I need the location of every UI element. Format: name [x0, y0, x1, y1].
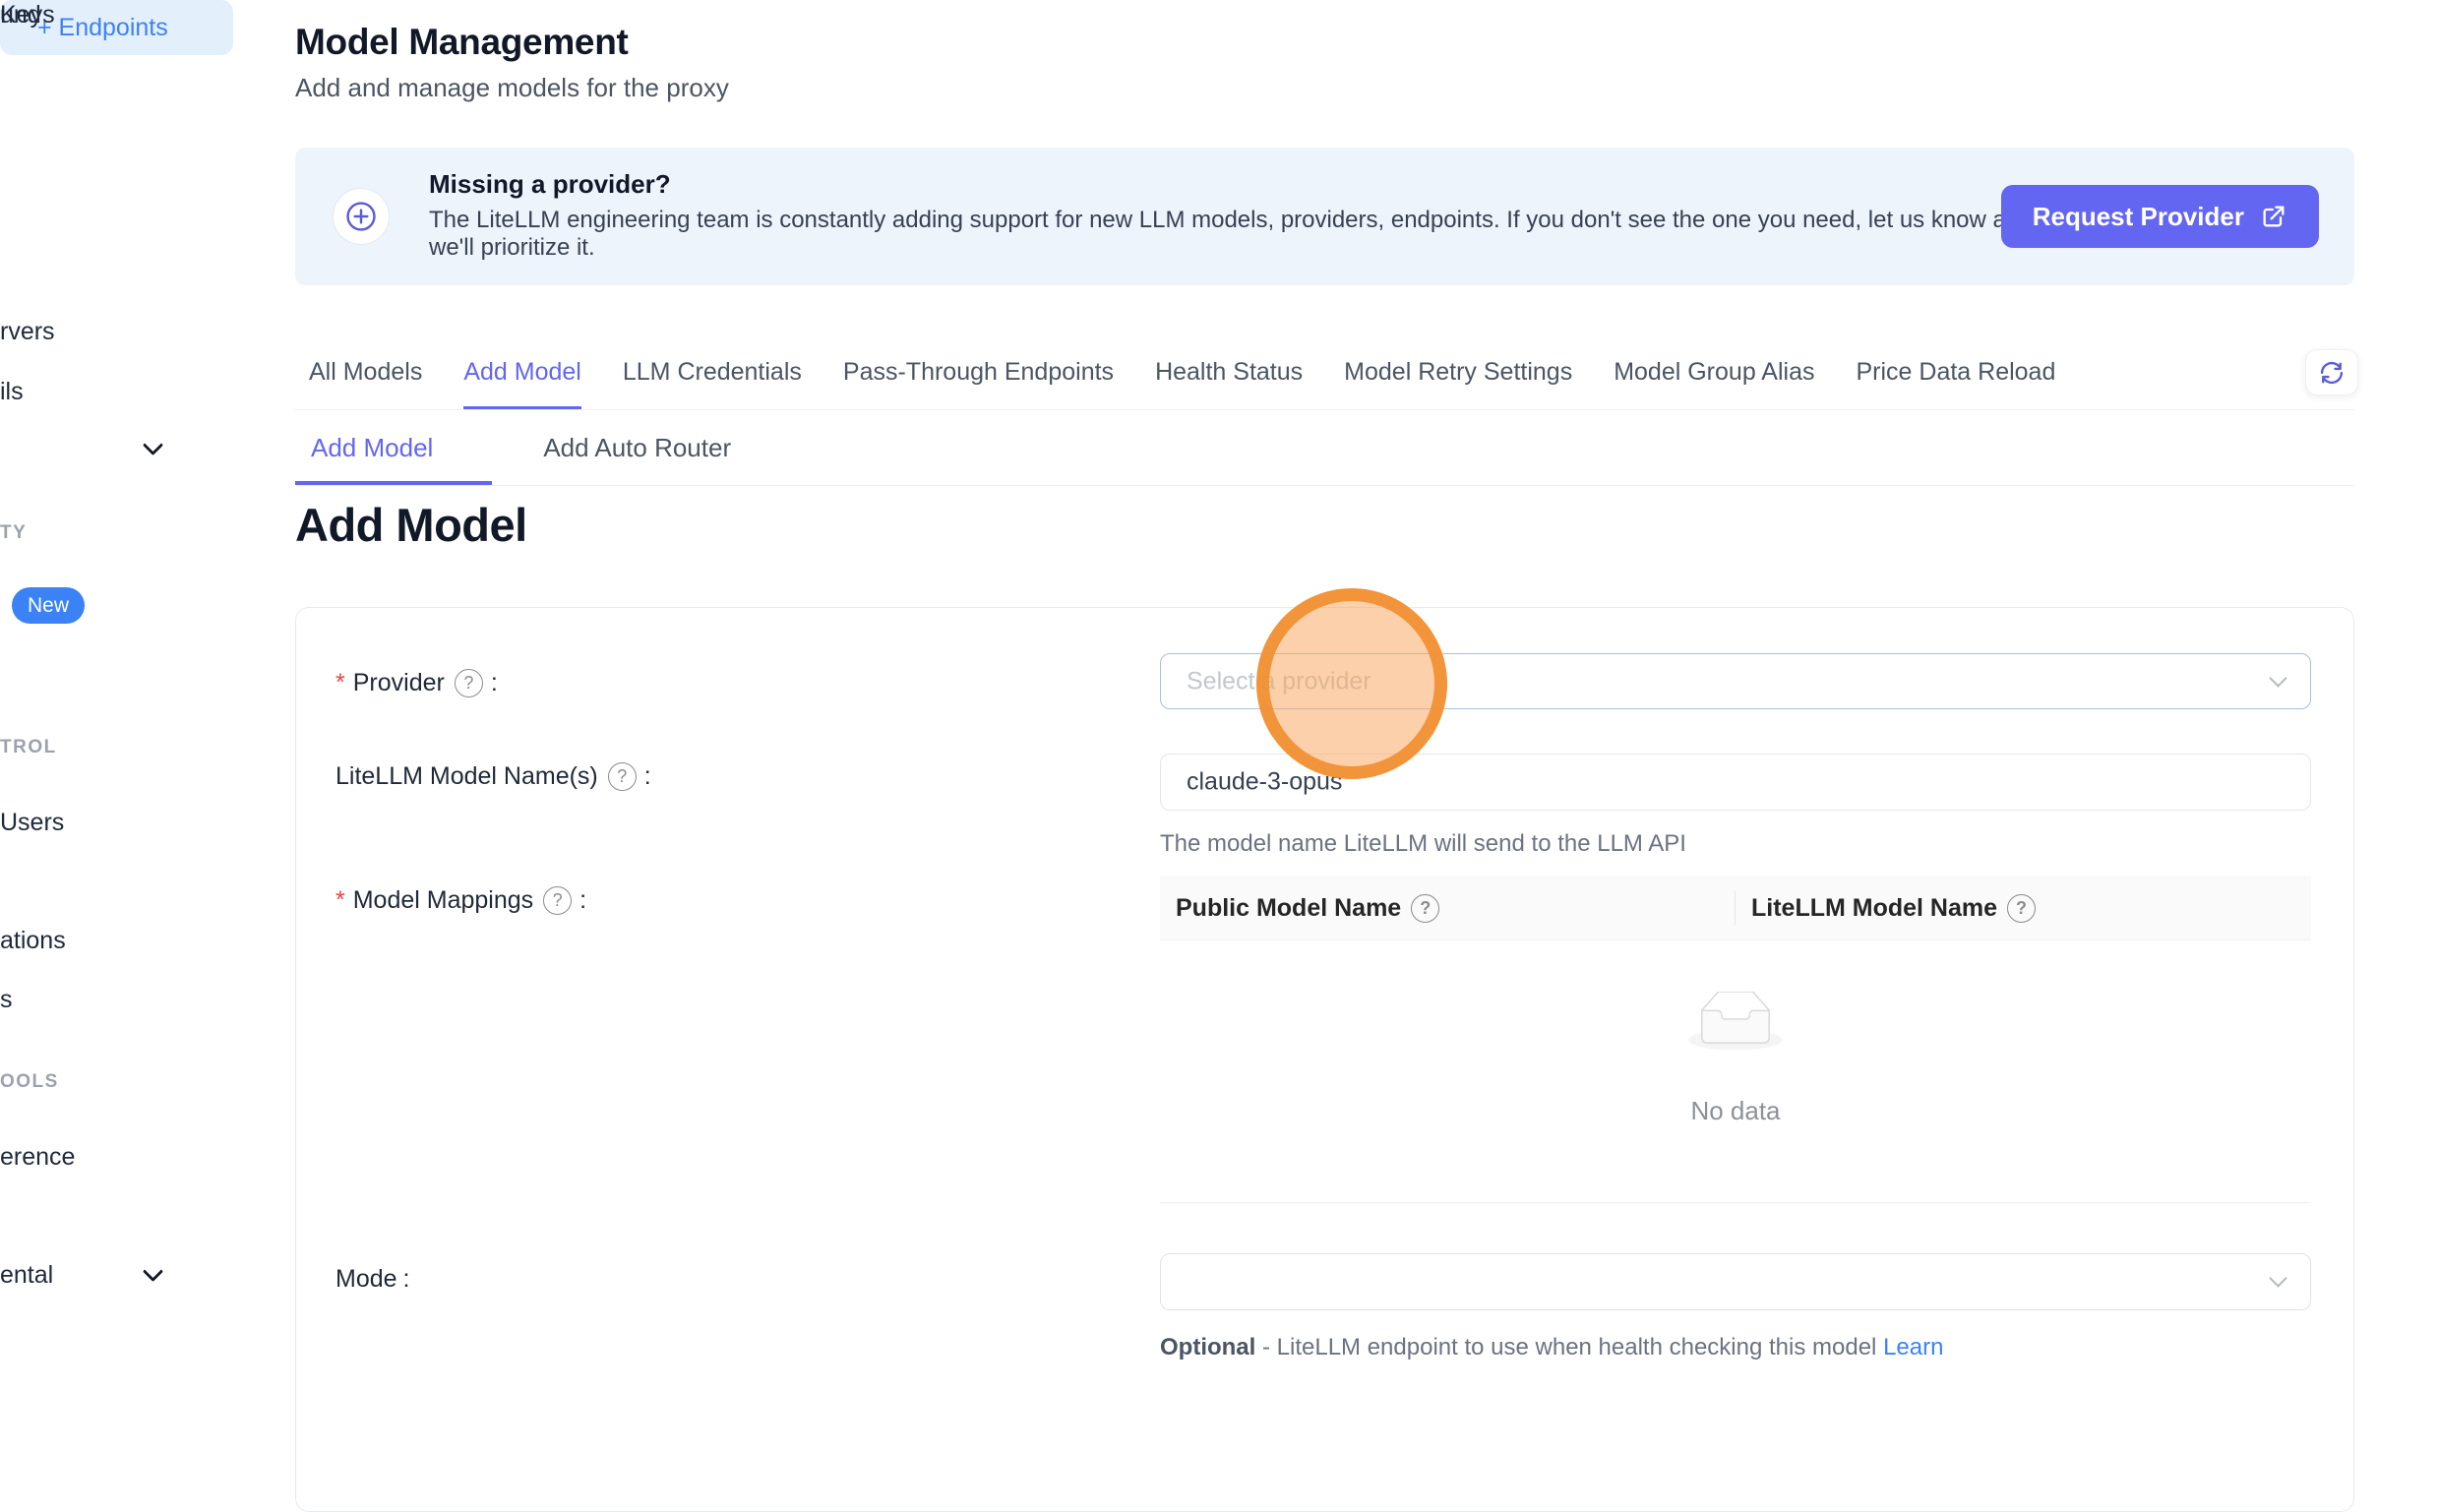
add-model-subtabs: Add Model Add Auto Router	[295, 410, 2354, 486]
table-empty-state: No data	[1160, 940, 2311, 1203]
chevron-down-icon[interactable]	[143, 435, 163, 455]
banner-text-line2: we'll prioritize it.	[429, 234, 595, 262]
help-icon[interactable]: ?	[543, 886, 572, 915]
sidebar-section-header: TROL	[0, 737, 57, 758]
sidebar-item-organizations[interactable]: ations	[0, 926, 66, 955]
sidebar-item-reference[interactable]: erence	[0, 1142, 75, 1172]
model-tabs: All Models Add Model LLM Credentials Pas…	[295, 334, 2354, 410]
sidebar-item-s[interactable]: s	[0, 985, 13, 1014]
mode-select[interactable]	[1160, 1253, 2311, 1310]
help-icon[interactable]: ?	[1411, 894, 1439, 923]
external-link-icon	[2260, 203, 2287, 230]
model-mappings-label: * Model Mappings ? :	[335, 886, 586, 915]
provider-select[interactable]: Select a provider	[1160, 653, 2311, 709]
chevron-down-icon[interactable]	[143, 1261, 163, 1282]
model-mappings-table: Public Model Name ? LiteLLM Model Name ?	[1160, 876, 2311, 1204]
add-model-heading: Add Model	[295, 498, 527, 552]
column-divider	[1735, 891, 1736, 925]
add-model-form-card: * Provider ? : Select a provider LiteLLM…	[295, 607, 2354, 1512]
help-icon[interactable]: ?	[608, 762, 637, 791]
sidebar-item-ils[interactable]: ils	[0, 377, 24, 406]
column-header-label: Public Model Name	[1176, 894, 1401, 923]
tab-model-group-alias[interactable]: Model Group Alias	[1614, 334, 1814, 409]
main-content: Model Management Add and manage models f…	[295, 0, 2354, 1362]
required-mark: *	[335, 669, 345, 697]
tab-all-models[interactable]: All Models	[309, 334, 422, 409]
tab-price-data-reload[interactable]: Price Data Reload	[1856, 334, 2055, 409]
refresh-button[interactable]	[2305, 349, 2358, 395]
tab-pass-through-endpoints[interactable]: Pass-Through Endpoints	[843, 334, 1114, 409]
sidebar-section-header: TY	[0, 522, 27, 544]
provider-label: * Provider ? :	[335, 669, 498, 697]
sidebar-item-servers[interactable]: rvers	[0, 317, 55, 346]
help-icon[interactable]: ?	[455, 669, 483, 697]
column-header-litellm-model-name: LiteLLM Model Name ?	[1751, 876, 2036, 940]
optional-label: Optional	[1160, 1334, 1255, 1361]
model-name-helper: The model name LiteLLM will send to the …	[1160, 830, 1686, 858]
subtab-add-model[interactable]: Add Model	[295, 410, 492, 485]
request-provider-label: Request Provider	[2033, 202, 2244, 232]
tab-llm-credentials[interactable]: LLM Credentials	[623, 334, 802, 409]
learn-link[interactable]: Learn	[1883, 1334, 1943, 1361]
label-colon: :	[403, 1265, 410, 1294]
label-colon: :	[491, 669, 498, 697]
mode-label: Mode :	[335, 1265, 410, 1294]
subtab-add-auto-router[interactable]: Add Auto Router	[527, 410, 747, 485]
model-mappings-label-text: Model Mappings	[353, 886, 533, 915]
new-badge-label: New	[28, 594, 69, 618]
mode-helper-text: - LiteLLM endpoint to use when health ch…	[1262, 1334, 1876, 1361]
page-title: Model Management	[295, 22, 629, 63]
model-name-value: claude-3-opus	[1187, 768, 1342, 797]
tab-health-status[interactable]: Health Status	[1155, 334, 1303, 409]
banner-title: Missing a provider?	[429, 169, 671, 200]
model-name-label: LiteLLM Model Name(s) ? :	[335, 762, 651, 791]
column-header-label: LiteLLM Model Name	[1751, 894, 1997, 923]
tab-add-model[interactable]: Add Model	[463, 334, 581, 409]
column-header-public-model-name: Public Model Name ?	[1176, 876, 1439, 940]
empty-inbox-icon	[1688, 992, 1783, 1057]
page-subtitle: Add and manage models for the proxy	[295, 73, 729, 103]
plus-circle-icon	[333, 188, 390, 245]
mode-label-text: Mode	[335, 1265, 397, 1294]
label-colon: :	[579, 886, 586, 915]
label-colon: :	[644, 762, 651, 791]
table-header: Public Model Name ? LiteLLM Model Name ?	[1160, 876, 2311, 940]
refresh-icon	[2318, 359, 2346, 387]
chevron-down-icon	[2269, 669, 2286, 687]
help-icon[interactable]: ?	[2007, 894, 2036, 923]
request-provider-button[interactable]: Request Provider	[2001, 185, 2319, 248]
model-name-input[interactable]: claude-3-opus	[1160, 754, 2311, 811]
model-name-label-text: LiteLLM Model Name(s)	[335, 762, 598, 791]
no-data-text: No data	[1160, 1096, 2311, 1126]
sidebar: Keys und + Endpoints rvers ils TY New TR…	[0, 0, 207, 1362]
sidebar-item-experimental[interactable]: ental	[0, 1260, 53, 1290]
sidebar-section-header: OOLS	[0, 1071, 59, 1093]
mode-helper: Optional - LiteLLM endpoint to use when …	[1160, 1334, 1943, 1361]
provider-placeholder: Select a provider	[1187, 667, 1371, 696]
sidebar-item-label: + Endpoints	[37, 14, 168, 42]
missing-provider-banner: Missing a provider? The LiteLLM engineer…	[295, 148, 2354, 285]
tab-model-retry-settings[interactable]: Model Retry Settings	[1344, 334, 1572, 409]
required-mark: *	[335, 886, 345, 915]
banner-text-line1: The LiteLLM engineering team is constant…	[429, 207, 2033, 234]
sidebar-item-playground[interactable]: und	[0, 0, 41, 30]
sidebar-item-users[interactable]: Users	[0, 808, 64, 837]
chevron-down-icon	[2269, 1269, 2286, 1287]
provider-label-text: Provider	[353, 669, 445, 697]
new-badge[interactable]: New	[12, 587, 85, 624]
